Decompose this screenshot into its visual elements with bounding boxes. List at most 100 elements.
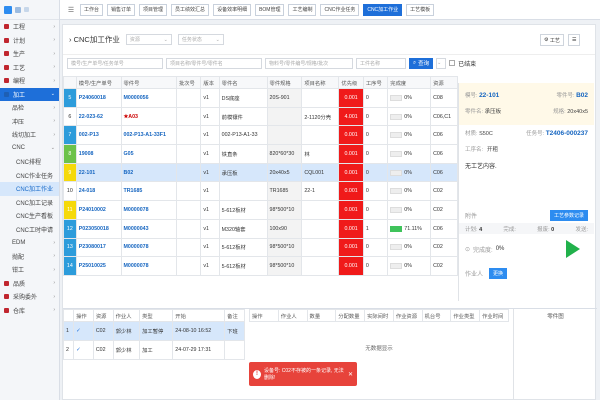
process-content: 无工艺内容. bbox=[465, 164, 497, 170]
play-icon[interactable] bbox=[566, 240, 580, 258]
search-icon: ⌕ bbox=[413, 59, 417, 66]
mold-number: P24060018 bbox=[75, 88, 122, 108]
sidebar-item-engineering[interactable]: 工程 › bbox=[0, 20, 59, 34]
task-row[interactable]: 6 22-023-62 ★A03 v1 前模镶件 2-1120分壳 4.001 0 0% C06,… bbox=[63, 106, 458, 127]
tab-projects[interactable]: 项目管理 bbox=[139, 3, 168, 16]
grid-header[interactable]: 批次号 bbox=[175, 76, 202, 89]
sidebar-item-cnc-tasks[interactable]: CNC作业任务 bbox=[0, 169, 59, 183]
sidebar-item-plan[interactable]: 计划 › bbox=[0, 34, 59, 48]
tab-equipment[interactable]: 设备效率明细 bbox=[213, 3, 252, 16]
sidebar-item-machining[interactable]: 加工 ⌄ bbox=[0, 87, 59, 101]
sidebar-item-production[interactable]: 生产 › bbox=[0, 47, 59, 61]
priority-cell: 0.001 bbox=[338, 144, 364, 164]
grid-header[interactable]: 零件名 bbox=[218, 76, 268, 89]
part-number: 002-P13-A1-33F1 bbox=[120, 125, 177, 146]
progress-fill bbox=[390, 225, 403, 232]
tab-process-edit[interactable]: 工艺编制 bbox=[288, 3, 317, 16]
task-row[interactable]: 8 19008 G05 v1 铁直条 820*60*30 林 0.001 0 0% C06 bbox=[63, 144, 458, 164]
grid-header[interactable]: 完成度 bbox=[387, 76, 432, 89]
sidebar-item-quality[interactable]: 品质 › bbox=[0, 277, 59, 291]
finished-checkbox[interactable] bbox=[449, 60, 456, 66]
progress-label: 0% bbox=[404, 113, 412, 120]
project-search-input[interactable]: 项目名称/零件号/零件名 bbox=[166, 57, 262, 69]
part-spec: 820*60*30 bbox=[266, 144, 303, 164]
grid-header[interactable]: 工序号 bbox=[362, 76, 389, 89]
process-param-button[interactable]: 工艺参数记录 bbox=[549, 209, 588, 221]
grid-header[interactable]: 零件规格 bbox=[266, 76, 303, 89]
mold-number: 24-018 bbox=[75, 181, 122, 202]
sidebar-item-polish[interactable]: 抛配 › bbox=[0, 250, 59, 264]
tab-cnc-work[interactable]: CNC加工作业 bbox=[363, 3, 403, 16]
progress-bar: 0% bbox=[390, 150, 428, 157]
mold-search-input[interactable]: 模号/生产单号/任务单号 bbox=[67, 57, 163, 69]
tab-cnc-tasks[interactable]: CNC作业任务 bbox=[320, 3, 360, 16]
sidebar-item-cnc-hours[interactable]: CNC工时申请 bbox=[0, 223, 59, 237]
progress-label: 0% bbox=[404, 263, 412, 270]
part-name: 5-612板材 bbox=[218, 200, 268, 220]
chevron-icon: › bbox=[53, 77, 55, 84]
grid-header[interactable]: 资源 bbox=[430, 76, 458, 89]
grid-header[interactable]: 模号/生产单号 bbox=[75, 76, 122, 89]
detail-name: 承压板 bbox=[484, 109, 502, 115]
tab-process-template[interactable]: 工艺模板 bbox=[406, 3, 435, 16]
progress-bar: 0% bbox=[390, 206, 428, 213]
grid-cell: 0 bbox=[362, 144, 389, 164]
task-row[interactable]: 9 22-101 B02 v1 承压板 20x40x5 CQL001 0.001 0 0% C06 bbox=[63, 162, 458, 183]
task-row[interactable]: 14 P25010025 M0000078 v1 5-612板材 98*500*10 0.0… bbox=[63, 256, 458, 276]
sidebar-item-cnc-schedule[interactable]: CNC排程 bbox=[0, 155, 59, 169]
menu-icon[interactable]: ☰ bbox=[66, 4, 76, 16]
tab-sales-orders[interactable]: 销售订单 bbox=[107, 3, 136, 16]
sidebar-item-fitter[interactable]: 钳工 › bbox=[0, 263, 59, 277]
task-row[interactable]: 11 P24010002 M0000078 v1 5-612板材 98*500*10 0.0… bbox=[63, 200, 458, 220]
workpiece-input[interactable]: 工件名称 bbox=[356, 57, 406, 69]
grid-header[interactable] bbox=[63, 76, 77, 89]
grid-header[interactable]: 项目名称 bbox=[301, 76, 340, 89]
sidebar-item-cnc-work[interactable]: CNC加工作业 bbox=[0, 182, 59, 196]
close-icon[interactable]: ✕ bbox=[348, 371, 353, 378]
task-row[interactable]: 7 002-P13 002-P13-A1-33F1 v1 002-P13-A1-33 0.… bbox=[63, 125, 458, 146]
sidebar-item-inspection[interactable]: 品检 › bbox=[0, 101, 59, 115]
material-search-input[interactable]: 物料号/零件编号/规格/批次 bbox=[265, 57, 353, 69]
task-row[interactable]: 12 P023050018 M0000043 v1 M320轴套 100x90 0.001 1… bbox=[63, 218, 458, 239]
sidebar-item-cnc-board[interactable]: CNC生产看板 bbox=[0, 209, 59, 223]
tab-performance[interactable]: 员工绩效汇总 bbox=[171, 3, 210, 16]
priority-cell: 4.001 bbox=[338, 106, 364, 127]
completion-cell: 71.11% bbox=[387, 218, 432, 239]
sidebar-item-purchase[interactable]: 采购委外 › bbox=[0, 290, 59, 304]
grid-cell: C02 bbox=[430, 181, 458, 202]
history-row[interactable]: 2 ✓ C02 郭少林 加工 24-07-29 17:31 bbox=[62, 340, 245, 360]
sidebar-item-process[interactable]: 工艺 › bbox=[0, 61, 59, 75]
grid-cell: 0 bbox=[362, 162, 389, 183]
sidebar-item-cnc-records[interactable]: CNC加工记录 bbox=[0, 196, 59, 210]
empty-state: 无数据显示 bbox=[365, 346, 393, 352]
change-worker-button[interactable]: 更换 bbox=[489, 268, 508, 279]
chevron-icon: › bbox=[53, 104, 55, 111]
task-row[interactable]: 5 P24060018 M0000056 v1 DS底座 20S-901 0.001 0 0% C… bbox=[63, 88, 458, 108]
sidebar-item-wire-cut[interactable]: 线切加工 › bbox=[0, 128, 59, 142]
plan-count: 4 bbox=[479, 226, 483, 233]
grid-cell: 0 bbox=[362, 88, 389, 108]
tab-workbench[interactable]: 工作台 bbox=[80, 3, 104, 16]
tab-bom[interactable]: BOM管理 bbox=[255, 3, 285, 16]
query-button[interactable]: ⌕ 查询 bbox=[409, 57, 434, 69]
sidebar-item-cnc[interactable]: CNC ⌄ bbox=[0, 142, 59, 156]
process-button[interactable]: ⚙ 工艺 bbox=[540, 34, 564, 46]
check-icon[interactable]: ✓ bbox=[73, 321, 94, 341]
grid-header[interactable]: 版本 bbox=[200, 76, 220, 89]
row-marker: 7 bbox=[63, 125, 77, 146]
task-row[interactable]: 10 24-018 TR1685 v1 TR1685 22-1 0.001 0 0% C02 bbox=[63, 181, 458, 202]
dropdown-button[interactable]: ⌄ bbox=[436, 57, 447, 69]
task-status-select[interactable]: 任务状态 ⌄ bbox=[177, 34, 224, 45]
grid-cell: v1 bbox=[200, 237, 220, 258]
sidebar-item-stamping[interactable]: 冲压 › bbox=[0, 115, 59, 129]
grid-header[interactable]: 优先级 bbox=[338, 76, 364, 89]
sidebar-item-warehouse[interactable]: 仓库 › bbox=[0, 304, 59, 318]
grid-header[interactable]: 零件号 bbox=[120, 76, 177, 89]
task-row[interactable]: 13 P23080017 M0000078 v1 5-612板材 98*500*10 0.0… bbox=[63, 237, 458, 258]
check-icon[interactable]: ✓ bbox=[73, 340, 94, 360]
history-row[interactable]: 1 ✓ C02 郭少林 加工暂停 24-08-10 16:52 下班 bbox=[62, 321, 245, 341]
more-menu-button[interactable]: ☰ bbox=[568, 34, 581, 46]
resource-select[interactable]: 资源 ⌄ bbox=[125, 34, 172, 45]
sidebar-item-edm[interactable]: EDM › bbox=[0, 236, 59, 250]
sidebar-item-programming[interactable]: 编程 › bbox=[0, 74, 59, 88]
